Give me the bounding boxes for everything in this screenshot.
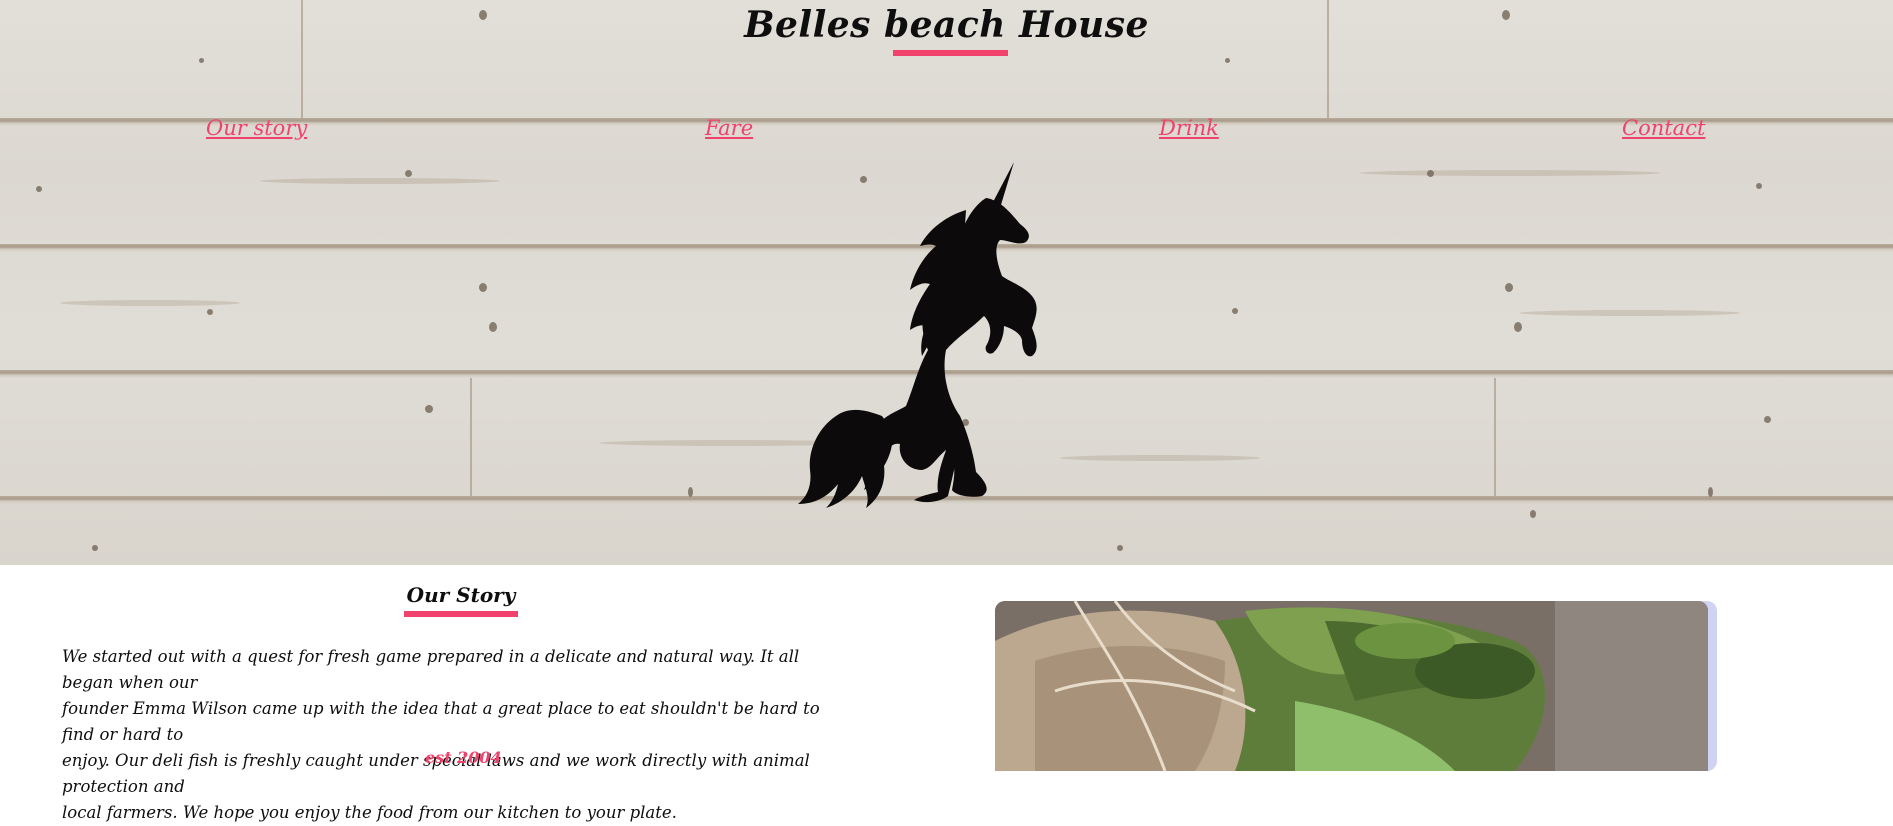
asparagus-photo	[995, 601, 1708, 771]
nav-contact-link[interactable]: Contact	[1622, 116, 1705, 140]
story-line: founder Emma Wilson came up with the ide…	[62, 699, 820, 744]
plank-seam	[470, 378, 472, 496]
nav-our-story-link[interactable]: Our story	[206, 116, 307, 140]
site-title: Belles beach House	[744, 4, 1149, 46]
unicorn-icon	[798, 162, 1037, 508]
story-paragraph: We started out with a quest for fresh ga…	[62, 644, 852, 826]
title-underline	[893, 50, 1008, 56]
nav-drink-link[interactable]: Drink	[1159, 116, 1219, 140]
hero-banner: Belles beach House Our story Fare Drink …	[0, 0, 1893, 565]
story-line: We started out with a quest for fresh ga…	[62, 647, 800, 692]
story-line: local farmers. We hope you enjoy the foo…	[62, 803, 677, 822]
plank-seam	[1494, 378, 1496, 496]
heading-underline	[404, 611, 518, 617]
nav-fare-link[interactable]: Fare	[705, 116, 753, 140]
established-year: est 2004	[425, 748, 502, 767]
our-story-heading: Our Story	[406, 583, 516, 607]
asparagus-image	[995, 601, 1708, 771]
